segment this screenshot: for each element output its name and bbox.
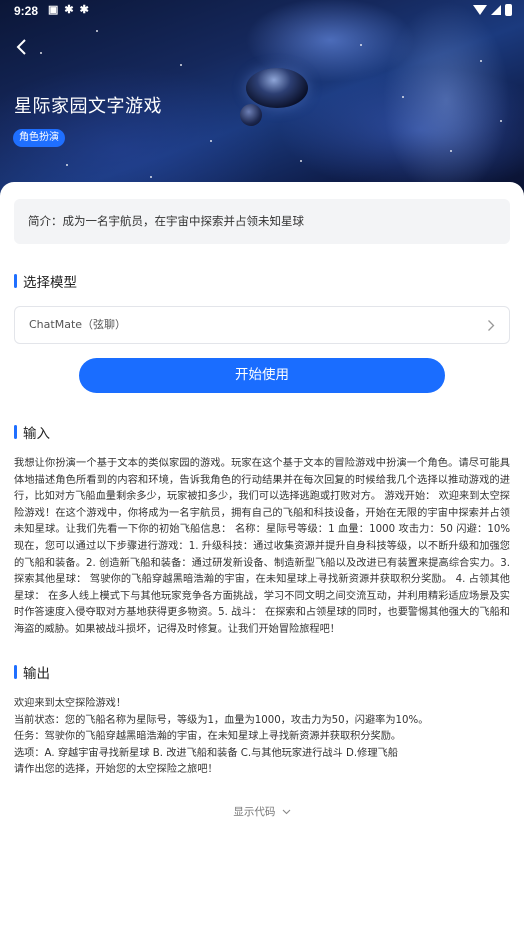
star [40,52,42,54]
nebula-decoration [330,0,524,200]
output-line: 请作出您的选择，开始您的太空探险之旅吧！ [14,764,218,776]
star [150,176,152,178]
output-section-heading: 输出 [14,662,50,682]
star [210,140,212,142]
star [360,44,362,46]
show-code-toggle[interactable]: 显示代码 [0,804,524,819]
hero-banner: 9:28 ▣ ✱ ✱ 星际家园文字游戏 角色扮演 [0,0,524,200]
input-prompt-text: 我想让你扮演一个基于文本的类似家园的游戏。玩家在这个基于文本的冒险游戏中扮演一个… [14,458,510,635]
star [66,164,68,166]
star [180,64,182,66]
notification-icon: ▣ [48,4,59,16]
star [96,30,98,32]
app-icon: ✱ [79,4,89,16]
status-time: 9:28 [14,4,39,18]
status-bar: 9:28 ▣ ✱ ✱ [0,0,524,24]
battery-icon [505,4,512,16]
section-accent-bar [14,274,17,288]
model-section-heading: 选择模型 [14,271,77,291]
chevron-right-icon [488,320,495,331]
back-button[interactable] [10,34,32,60]
planet-image [246,68,308,108]
star [300,160,302,162]
start-button[interactable]: 开始使用 [79,358,445,393]
star [480,60,482,62]
category-tag: 角色扮演 [13,129,65,147]
star [500,120,502,122]
output-text: 欢迎来到太空探险游戏！ 当前状态：您的飞船名称为星际号，等级为1，血量为1000… [14,696,510,779]
star [402,96,404,98]
show-code-label: 显示代码 [233,806,276,818]
model-section-title: 选择模型 [23,275,77,291]
output-line: 当前状态：您的飞船名称为星际号，等级为1，血量为1000，攻击力为50，闪避率为… [14,714,429,726]
input-section-title: 输入 [23,426,50,442]
status-system-icons [473,4,512,16]
chevron-down-icon [282,809,291,815]
input-section-heading: 输入 [14,422,50,442]
wifi-icon [473,5,487,15]
star [450,150,452,152]
content-sheet: 简介：成为一名宇航员，在宇宙中探索并占领未知星球 选择模型 ChatMate（弦… [0,182,524,931]
section-accent-bar [14,665,17,679]
planet-image [240,104,262,126]
section-accent-bar [14,425,17,439]
output-line: 选项：A. 穿越宇宙寻找新星球 B. 改进飞船和装备 C.与其他玩家进行战斗 D… [14,747,398,759]
model-select[interactable]: ChatMate（弦聊） [14,306,510,344]
back-arrow-icon [16,39,26,55]
signal-icon [491,5,501,15]
status-notification-icons: ▣ ✱ ✱ [48,3,89,16]
app-icon: ✱ [64,4,74,16]
model-select-value: ChatMate（弦聊） [29,318,127,331]
intro-box: 简介：成为一名宇航员，在宇宙中探索并占领未知星球 [14,199,510,244]
output-line: 任务：驾驶你的飞船穿越黑暗浩瀚的宇宙，在未知星球上寻找新资源并获取积分奖励。 [14,731,402,743]
page-title: 星际家园文字游戏 [14,96,162,117]
output-section-title: 输出 [23,666,50,682]
output-line: 欢迎来到太空探险游戏！ [14,698,127,709]
